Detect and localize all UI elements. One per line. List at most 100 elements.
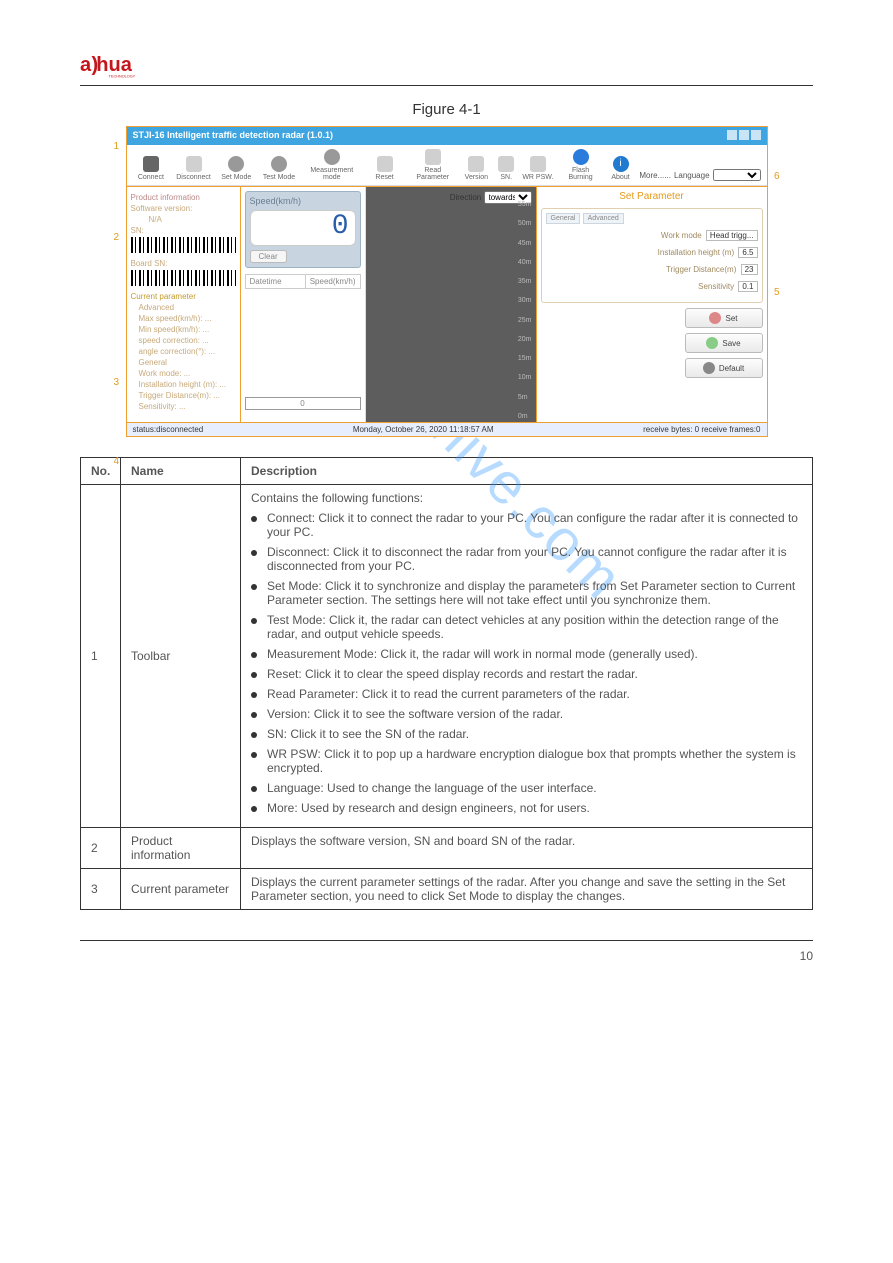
table-row: 1 Toolbar Contains the following functio… — [81, 485, 813, 828]
wrpsw-icon — [530, 156, 546, 172]
cell-name: Product information — [121, 828, 241, 869]
description-table: No. Name Description 1 Toolbar Contains … — [80, 457, 813, 910]
about-button[interactable]: iAbout — [608, 156, 634, 181]
sensitivity-input[interactable]: 0.1 — [738, 281, 757, 292]
col-datetime: Datetime — [246, 275, 306, 288]
sn-label: SN: — [131, 226, 236, 235]
current-parameter-heading: Current parameter — [131, 292, 236, 301]
callout-3: 3 — [114, 377, 120, 388]
cell-no: 1 — [81, 485, 121, 828]
wr-psw-button[interactable]: WR PSW. — [522, 156, 553, 181]
clear-button[interactable]: Clear — [250, 250, 287, 263]
min-speed-label: Min speed(km/h): ... — [139, 325, 236, 334]
bullet: Version: Click it to see the software ve… — [251, 707, 802, 721]
install-height-input[interactable]: 6.5 — [738, 247, 757, 258]
info-icon: i — [613, 156, 629, 172]
status-receive: receive bytes: 0 receive frames:0 — [643, 425, 760, 434]
reset-button[interactable]: Reset — [366, 156, 403, 181]
bullet: Disconnect: Click it to disconnect the r… — [251, 545, 802, 573]
tab-advanced[interactable]: Advanced — [583, 213, 624, 224]
save-button[interactable]: Save — [685, 333, 763, 353]
flash-icon — [573, 149, 589, 165]
bullet: More: Used by research and design engine… — [251, 801, 802, 815]
cell-name: Toolbar — [121, 485, 241, 828]
software-version-value: N/A — [149, 215, 236, 224]
speed-count: 0 — [245, 397, 361, 410]
sn-button[interactable]: SN. — [496, 156, 516, 181]
gear-icon — [324, 149, 340, 165]
speed-panel: Speed(km/h) 0 Clear Datetime Speed(km/h)… — [241, 187, 366, 422]
more-link[interactable]: More...... — [639, 171, 671, 180]
default-button[interactable]: Default — [685, 358, 763, 378]
speed-title: Speed(km/h) — [250, 196, 356, 206]
col-speed: Speed(km/h) — [306, 275, 360, 288]
sensitivity-label: Sensitivity: ... — [139, 402, 236, 411]
table-row: 2 Product information Displays the softw… — [81, 828, 813, 869]
work-mode-field-label: Work mode — [661, 231, 702, 240]
version-icon — [468, 156, 484, 172]
svg-text:TECHNOLOGY: TECHNOLOGY — [109, 74, 136, 78]
cell-no: 2 — [81, 828, 121, 869]
row-intro: Contains the following functions: — [251, 491, 802, 505]
window-controls[interactable] — [725, 130, 761, 142]
language-select[interactable] — [713, 169, 761, 181]
gear-icon — [228, 156, 244, 172]
gear-icon — [271, 156, 287, 172]
callout-1: 1 — [114, 141, 120, 152]
page-number: 10 — [80, 949, 813, 963]
speed-correction-label: speed correction: ... — [139, 336, 236, 345]
bullet: Set Mode: Click it to synchronize and di… — [251, 579, 802, 607]
tab-general[interactable]: General — [546, 213, 581, 224]
sn-icon — [498, 156, 514, 172]
th-desc: Description — [241, 458, 813, 485]
status-datetime: Monday, October 26, 2020 11:18:57 AM — [353, 425, 494, 434]
set-button[interactable]: Set — [685, 308, 763, 328]
dahua-logo: a ) hua TECHNOLOGY — [80, 50, 185, 82]
cell-desc: Contains the following functions: Connec… — [241, 485, 813, 828]
bullet: Measurement Mode: Click it, the radar wi… — [251, 647, 802, 661]
angle-correction-label: angle correction(°): ... — [139, 347, 236, 356]
callout-6: 6 — [774, 171, 780, 182]
disconnect-icon — [186, 156, 202, 172]
bullet: Read Parameter: Click it to read the cur… — [251, 687, 802, 701]
status-bar: status:disconnected Monday, October 26, … — [127, 423, 767, 436]
bullet: WR PSW: Click it to pop up a hardware en… — [251, 747, 802, 775]
bullet: Connect: Click it to connect the radar t… — [251, 511, 802, 539]
bullet: Language: Used to change the language of… — [251, 781, 802, 795]
footer-rule — [80, 940, 813, 941]
toolbar: Connect Disconnect Set Mode Test Mode Me… — [127, 145, 767, 186]
sensitivity-field-label: Sensitivity — [698, 282, 734, 291]
set-mode-button[interactable]: Set Mode — [218, 156, 255, 181]
table-row: 3 Current parameter Displays the current… — [81, 869, 813, 910]
left-panel: Product information Software version: N/… — [127, 187, 241, 422]
trigger-distance-input[interactable]: 23 — [741, 264, 758, 275]
read-icon — [425, 149, 441, 165]
version-button[interactable]: Version — [463, 156, 491, 181]
default-icon — [703, 362, 715, 374]
set-parameter-panel: Set Parameter General Advanced Work mode… — [536, 187, 767, 422]
cell-desc: Displays the current parameter settings … — [241, 869, 813, 910]
save-icon — [706, 337, 718, 349]
bullet: Reset: Click it to clear the speed displ… — [251, 667, 802, 681]
speed-readout: 0 — [250, 210, 356, 246]
trigger-distance-field-label: Trigger Distance(m) — [666, 265, 736, 274]
board-sn-label: Board SN: — [131, 259, 236, 268]
read-parameter-button[interactable]: Read Parameter — [409, 149, 457, 181]
product-info-heading: Product information — [131, 193, 236, 202]
page-header: a ) hua TECHNOLOGY — [80, 50, 813, 86]
connect-icon — [143, 156, 159, 172]
advanced-heading: Advanced — [139, 303, 236, 312]
measurement-mode-button[interactable]: Measurement mode — [303, 149, 360, 181]
connect-button[interactable]: Connect — [133, 156, 170, 181]
work-mode-label: Work mode: ... — [139, 369, 236, 378]
bullet: Test Mode: Click it, the radar can detec… — [251, 613, 802, 641]
trigger-distance-label: Trigger Distance(m): ... — [139, 391, 236, 400]
plot-ticks: 55m50m 45m40m 35m30m 25m20m 15m10m 5m0m — [518, 201, 532, 420]
max-speed-label: Max speed(km/h): ... — [139, 314, 236, 323]
flash-burning-button[interactable]: Flash Burning — [559, 149, 601, 181]
work-mode-select[interactable]: Head trigg... — [706, 230, 758, 241]
test-mode-button[interactable]: Test Mode — [261, 156, 298, 181]
language-label: Language — [674, 171, 710, 180]
window-title: STJI-16 Intelligent traffic detection ra… — [133, 130, 334, 142]
disconnect-button[interactable]: Disconnect — [175, 156, 212, 181]
